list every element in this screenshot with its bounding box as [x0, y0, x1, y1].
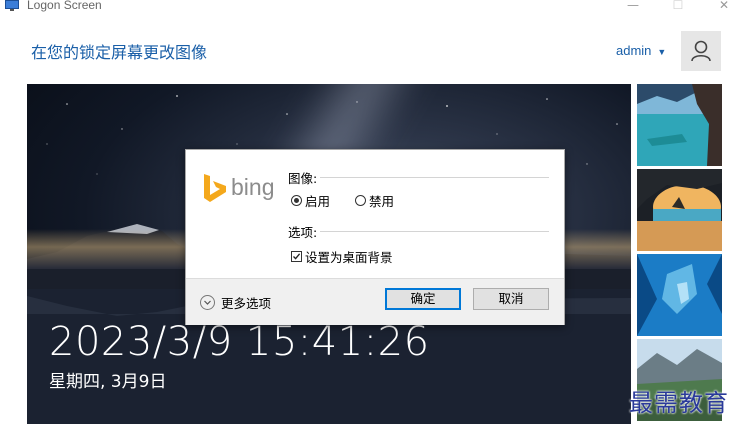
more-options-toggle[interactable]: 更多选项 — [200, 293, 271, 312]
minimize-icon: — — [627, 0, 639, 12]
disable-label: 禁用 — [369, 194, 395, 209]
watermark-text: 最需教育 — [629, 389, 729, 417]
maximize-icon: ☐ — [672, 0, 684, 12]
radio-selected-icon — [291, 195, 302, 206]
thumbnail-2[interactable] — [637, 169, 722, 251]
avatar[interactable] — [681, 31, 721, 71]
ok-button[interactable]: 确定 — [385, 288, 461, 310]
set-desktop-label: 设置为桌面背景 — [305, 250, 393, 265]
minimize-button[interactable]: — — [618, 0, 648, 13]
chevron-down-circle-icon — [200, 295, 215, 310]
bing-logo-text: bing — [231, 174, 275, 200]
window-title: Logon Screen — [27, 0, 102, 12]
image-section-label: 图像: — [288, 171, 318, 186]
cancel-button[interactable]: 取消 — [473, 288, 549, 310]
checkbox-checked-icon — [291, 251, 302, 262]
thumbnail-3[interactable] — [637, 254, 722, 336]
chevron-down-icon: ▼ — [657, 46, 667, 57]
date-text: 星期四, 3月9日 — [49, 372, 167, 392]
divider — [320, 231, 549, 232]
disable-radio[interactable]: 禁用 — [355, 191, 394, 210]
user-name: admin — [616, 43, 652, 58]
thumbnail-1[interactable] — [637, 84, 722, 166]
lock-screen-datetime: 2023/3/9 15:41:26 星期四, 3月9日 — [49, 319, 430, 392]
set-desktop-checkbox[interactable]: 设置为桌面背景 — [291, 247, 393, 266]
radio-unselected-icon — [355, 195, 366, 206]
more-options-label: 更多选项 — [221, 296, 272, 311]
monitor-icon — [5, 0, 19, 11]
enable-label: 启用 — [305, 194, 331, 209]
bing-settings-dialog: bing 图像: 启用 禁用 选项: 设置为桌面背景 更多选项 确定 取消 — [185, 149, 565, 325]
dialog-footer: 更多选项 确定 取消 — [186, 278, 564, 325]
divider — [320, 177, 549, 178]
close-button[interactable]: ✕ — [709, 0, 739, 13]
title-bar: Logon Screen — ☐ ✕ — [0, 0, 753, 14]
user-icon — [691, 40, 711, 62]
enable-radio[interactable]: 启用 — [291, 191, 330, 210]
clock-text: 2023/3/9 15:41:26 — [49, 319, 430, 365]
bing-logo-icon — [204, 174, 226, 202]
maximize-button[interactable]: ☐ — [663, 0, 693, 13]
options-section-label: 选项: — [288, 225, 318, 240]
page-title: 在您的锁定屏幕更改图像 — [31, 43, 208, 62]
user-menu[interactable]: admin ▼ — [616, 43, 666, 58]
close-icon: ✕ — [718, 0, 730, 12]
